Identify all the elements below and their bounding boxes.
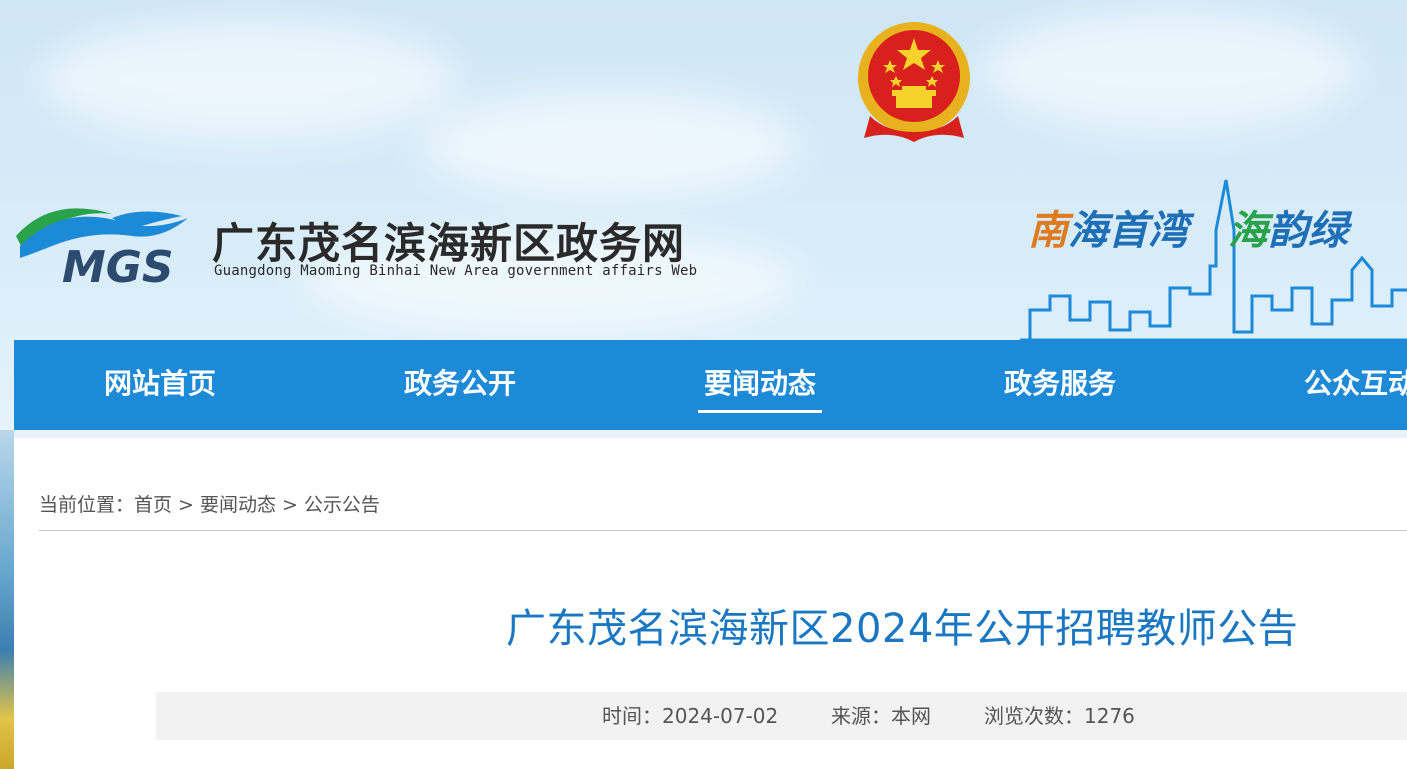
breadcrumb-prefix: 当前位置： (39, 494, 135, 516)
site-header: MGS 广东茂名滨海新区政务网 Guangdong Maoming Binhai… (0, 0, 1407, 342)
nav-item-label: 公众互动 (1304, 367, 1407, 400)
breadcrumb-link-home[interactable]: 首页 (134, 494, 172, 516)
nav-item-label: 要闻动态 (704, 367, 817, 400)
page: MGS 广东茂名滨海新区政务网 Guangdong Maoming Binhai… (0, 0, 1407, 769)
article-title: 广东茂名滨海新区2024年公开招聘教师公告 (506, 606, 1299, 652)
national-emblem-icon (858, 22, 970, 142)
breadcrumb-separator: > (178, 494, 194, 516)
slogan-part: 海 (1228, 207, 1268, 254)
city-skyline-illustration (1020, 179, 1407, 342)
slogan-part: 南 (1028, 207, 1068, 254)
nav-item-public-interaction[interactable]: 公众互动 (1304, 340, 1407, 430)
breadcrumb-separator: > (281, 494, 298, 516)
slogan-part: 韵绿 (1268, 207, 1348, 254)
slogan: 南海首湾 海韵绿 (1028, 198, 1348, 256)
article-views: 浏览次数：1276 (984, 704, 1135, 728)
article-time: 时间：2024-07-02 (602, 704, 779, 728)
nav-item-home[interactable]: 网站首页 (104, 340, 216, 430)
slogan-part: 海首湾 (1068, 207, 1188, 254)
breadcrumb-link-news[interactable]: 要闻动态 (200, 494, 276, 516)
logo-text: MGS (62, 242, 174, 288)
nav-item-label: 政务服务 (1004, 367, 1117, 400)
nav-item-label: 网站首页 (104, 367, 217, 400)
nav-item-news[interactable]: 要闻动态 (698, 340, 823, 430)
breadcrumb-link-announcements[interactable]: 公示公告 (304, 494, 380, 516)
article-meta-bar: 时间：2024-07-02 来源：本网 浏览次数：1276 (156, 692, 1407, 740)
active-tab-underline (698, 410, 823, 413)
nav-item-label: 政务公开 (404, 367, 517, 400)
site-title: 广东茂名滨海新区政务网 (212, 219, 686, 268)
background-scenery-strip (0, 430, 14, 769)
breadcrumb: 当前位置：首页 > 要闻动态 > 公示公告 (39, 490, 380, 517)
mgs-logo-icon: MGS (16, 208, 188, 288)
site-subtitle: Guangdong Maoming Binhai New Area govern… (214, 263, 698, 279)
content-panel: 当前位置：首页 > 要闻动态 > 公示公告 广东茂名滨海新区2024年公开招聘教师公告 … (14, 438, 1407, 769)
article-source: 来源：本网 (831, 704, 931, 728)
nav-item-services[interactable]: 政务服务 (1004, 340, 1116, 430)
nav-item-government-affairs[interactable]: 政务公开 (404, 340, 516, 430)
breadcrumb-divider (39, 530, 1407, 531)
main-nav: 网站首页 政务公开 要闻动态 政务服务 公众互动 (14, 340, 1407, 430)
